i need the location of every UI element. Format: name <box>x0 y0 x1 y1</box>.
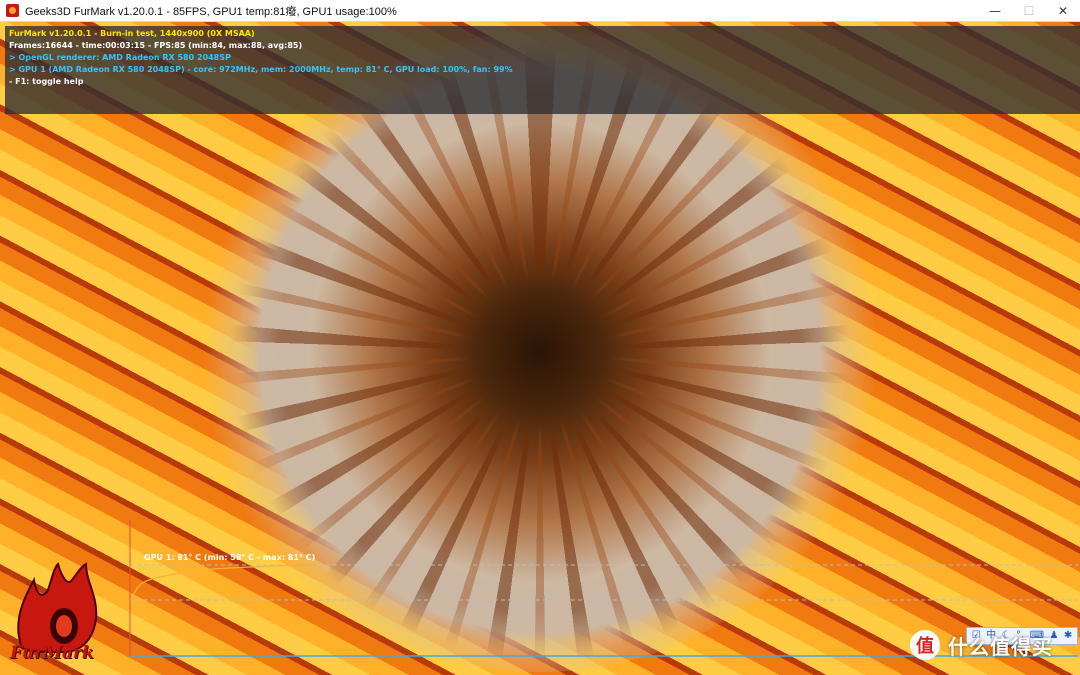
window-controls: — ☐ ✕ <box>978 0 1080 21</box>
temperature-curve <box>130 564 315 611</box>
flame-eye-inner <box>56 615 72 637</box>
title-bar[interactable]: Geeks3D FurMark v1.20.0.1 - 85FPS, GPU1 … <box>0 0 1080 22</box>
window-title: Geeks3D FurMark v1.20.0.1 - 85FPS, GPU1 … <box>25 5 397 18</box>
close-button[interactable]: ✕ <box>1046 0 1080 21</box>
watermark-text: 什么值得买 <box>948 634 1053 659</box>
temperature-graph-label: GPU 1: 81° C (min: 58° C - max: 81° C) <box>144 553 316 562</box>
minimize-button[interactable]: — <box>978 0 1012 21</box>
furmark-logo-text: FurMark <box>10 643 94 663</box>
watermark: 值 什么值得买 <box>910 630 1053 660</box>
watermark-badge: 值 <box>910 630 940 660</box>
temperature-graph <box>129 520 1078 657</box>
furmark-app-icon[interactable] <box>6 4 19 17</box>
furmark-window: Geeks3D FurMark v1.20.0.1 - 85FPS, GPU1 … <box>0 0 1080 675</box>
maximize-button[interactable]: ☐ <box>1012 0 1046 21</box>
settings-icon[interactable]: ✱ <box>1064 629 1072 643</box>
render-viewport: FurMark v1.20.0.1 - Burn-in test, 1440x9… <box>0 22 1080 675</box>
